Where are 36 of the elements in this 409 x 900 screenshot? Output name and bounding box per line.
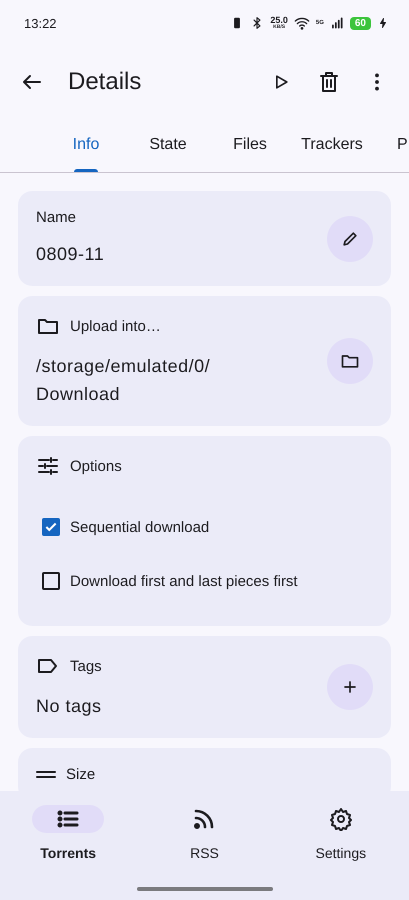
card-value: /storage/emulated/0/ Download bbox=[36, 355, 212, 406]
tab[interactable]: Trackers bbox=[291, 118, 373, 172]
charging-icon bbox=[377, 17, 389, 29]
tab[interactable]: State bbox=[127, 118, 209, 172]
checkbox[interactable] bbox=[42, 518, 60, 536]
card-title: Name bbox=[36, 209, 76, 226]
page-title: Details bbox=[68, 68, 142, 96]
more-icon bbox=[375, 73, 379, 91]
battery-level: 60 bbox=[350, 16, 371, 30]
card-title: Tags bbox=[70, 658, 102, 674]
option-label[interactable]: Sequential download bbox=[70, 518, 210, 536]
settings-icon bbox=[328, 807, 353, 831]
storage-icon bbox=[36, 771, 56, 778]
wifi-icon bbox=[294, 15, 310, 31]
option-label[interactable]: Download first and last pieces first bbox=[70, 572, 298, 590]
folder-button[interactable] bbox=[327, 338, 373, 384]
nav-item[interactable]: RSS bbox=[136, 805, 273, 861]
card-title: Size bbox=[66, 766, 96, 783]
rss-icon bbox=[192, 807, 216, 831]
clock: 13:22 bbox=[24, 16, 57, 30]
signal-icon bbox=[330, 16, 344, 30]
net-speed: 25.0 bbox=[270, 16, 288, 25]
card-title: Upload into… bbox=[70, 318, 161, 334]
card-title: Options bbox=[70, 458, 122, 474]
sliders-icon bbox=[36, 454, 60, 478]
check-icon bbox=[44, 520, 58, 534]
edit-button[interactable] bbox=[327, 216, 373, 262]
card-value: No tags bbox=[36, 695, 103, 718]
checkbox[interactable] bbox=[42, 572, 60, 590]
tab[interactable]: Files bbox=[209, 118, 291, 172]
tab[interactable]: Info bbox=[45, 118, 127, 172]
tab[interactable]: P bbox=[373, 118, 408, 172]
trash-icon bbox=[317, 70, 341, 94]
card-value: 0809-11 bbox=[36, 243, 106, 266]
nav-item[interactable]: Settings bbox=[272, 805, 409, 861]
nav-item[interactable]: Torrents bbox=[0, 805, 136, 861]
